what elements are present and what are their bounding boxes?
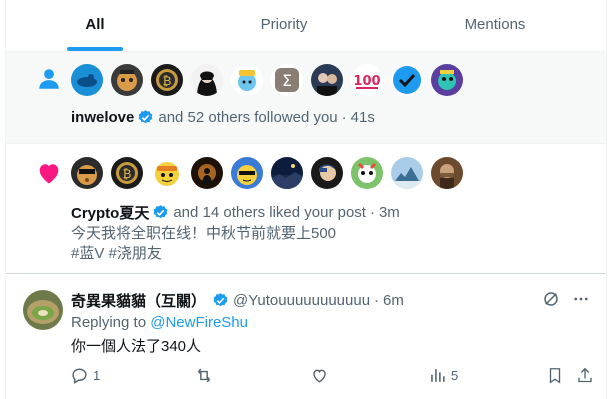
bookmark-button[interactable]: [546, 366, 564, 385]
reply-author-handle[interactable]: @Yutouuuuuuuuuuu: [233, 292, 370, 309]
heart-icon: [34, 158, 64, 188]
avatar[interactable]: [231, 64, 263, 96]
separator: ·: [369, 204, 375, 221]
follower-avatars: ₿ Σ 100: [71, 64, 463, 96]
svg-text:₿: ₿: [123, 167, 132, 181]
avatar[interactable]: 100: [351, 64, 383, 96]
verified-badge-icon: [213, 293, 228, 307]
like-notification[interactable]: ₿ Crypto夏天 and 14 others liked your post…: [6, 144, 606, 274]
replying-to-link[interactable]: @NewFireShu: [150, 314, 248, 331]
avatar[interactable]: [23, 290, 63, 330]
avatar[interactable]: [191, 64, 223, 96]
follow-notification[interactable]: ₿ Σ 100 inwelove and 52 others followed …: [6, 52, 606, 144]
avatar[interactable]: [391, 64, 423, 96]
reply-count: 1: [93, 368, 101, 383]
share-button[interactable]: [576, 366, 594, 385]
svg-text:100: 100: [353, 74, 380, 89]
svg-text:₿: ₿: [163, 74, 172, 88]
avatar[interactable]: ₿: [111, 157, 143, 189]
tab-all-label: All: [85, 16, 105, 33]
reply-notification[interactable]: 奇異果貓貓（互關） @Yutouuuuuuuuuuu · 6m Replying…: [6, 276, 606, 399]
reply-author-name[interactable]: 奇異果貓貓（互關）: [71, 290, 206, 311]
avatar[interactable]: Σ: [271, 64, 303, 96]
views-icon: [431, 369, 445, 382]
avatar[interactable]: ₿: [151, 64, 183, 96]
avatar[interactable]: [391, 157, 423, 189]
like-button[interactable]: [310, 366, 329, 385]
liked-post-line-1: 今天我将全职在线！中秋节前就要上500: [71, 225, 337, 242]
grok-icon[interactable]: [542, 290, 560, 308]
follow-time: 41s: [350, 109, 375, 126]
retweet-icon: [197, 368, 211, 383]
follower-name[interactable]: inwelove: [71, 109, 134, 126]
reply-header: 奇異果貓貓（互關） @Yutouuuuuuuuuuu · 6m: [71, 290, 404, 311]
reply-time[interactable]: 6m: [383, 292, 404, 309]
avatar[interactable]: [431, 64, 463, 96]
reply-text: 你一個人法了340人: [71, 338, 202, 355]
liker-name[interactable]: Crypto夏天: [71, 202, 149, 223]
avatar[interactable]: [311, 64, 343, 96]
tab-mentions[interactable]: Mentions: [384, 0, 606, 51]
tab-priority[interactable]: Priority: [184, 0, 384, 51]
verified-badge-icon: [138, 110, 153, 124]
view-count: 5: [451, 368, 459, 383]
right-border: [606, 0, 607, 399]
more-icon[interactable]: [572, 290, 590, 308]
views-button[interactable]: 5: [428, 366, 458, 385]
avatar[interactable]: [71, 64, 103, 96]
like-icon: [313, 369, 326, 383]
like-text: and 14 others liked your post: [173, 204, 366, 221]
avatar[interactable]: [351, 157, 383, 189]
reply-action-bar: 1 5: [66, 366, 594, 388]
verified-badge-icon: [153, 205, 168, 219]
avatar[interactable]: [431, 157, 463, 189]
tab-all[interactable]: All: [6, 0, 184, 51]
tab-priority-label: Priority: [260, 16, 308, 33]
like-summary: Crypto夏天 and 14 others liked your post ·…: [71, 202, 400, 223]
person-icon: [34, 64, 64, 94]
active-tab-indicator: [67, 47, 123, 51]
svg-text:Σ: Σ: [282, 71, 292, 90]
avatar[interactable]: [111, 64, 143, 96]
liked-post-preview[interactable]: 今天我将全职在线！中秋节前就要上500 #蓝V #浇朋友: [71, 224, 336, 264]
avatar[interactable]: [231, 157, 263, 189]
reply-top-icons: [542, 290, 590, 308]
separator: ·: [374, 292, 380, 309]
retweet-button[interactable]: [194, 366, 214, 385]
separator: ·: [341, 109, 347, 126]
follow-summary: inwelove and 52 others followed you · 41…: [71, 109, 375, 126]
liker-avatars: ₿: [71, 157, 463, 189]
tab-mentions-label: Mentions: [464, 16, 526, 33]
avatar[interactable]: [271, 157, 303, 189]
bookmark-icon: [549, 368, 561, 384]
reply-button[interactable]: 1: [70, 366, 100, 385]
liked-post-line-2: #蓝V #浇朋友: [71, 245, 162, 262]
avatar[interactable]: [311, 157, 343, 189]
notification-tabs: All Priority Mentions: [6, 0, 606, 52]
reply-icon: [72, 368, 87, 384]
avatar[interactable]: [191, 157, 223, 189]
like-time: 3m: [378, 204, 400, 221]
replying-to-line: Replying to @NewFireShu: [71, 314, 248, 331]
avatar[interactable]: [71, 157, 103, 189]
follow-text: and 52 others followed you: [158, 109, 338, 126]
share-icon: [578, 367, 592, 383]
replying-to-label: Replying to: [71, 314, 147, 331]
avatar[interactable]: [151, 157, 183, 189]
